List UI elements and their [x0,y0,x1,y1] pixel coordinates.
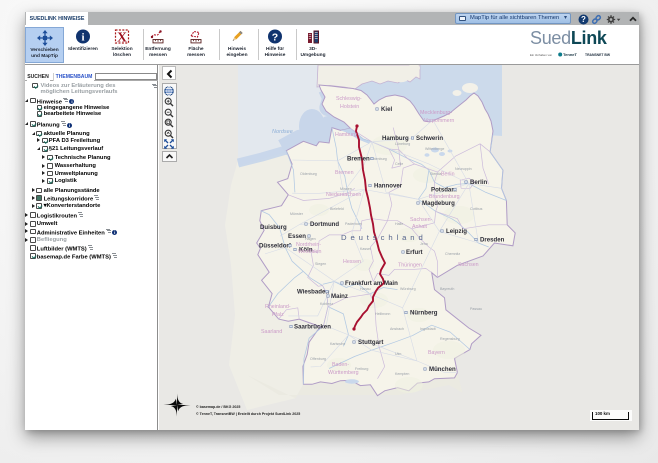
svg-text:Nordrhein-: Nordrhein- [296,242,321,248]
svg-text:Westfalen: Westfalen [298,249,322,255]
svg-text:Schwerin: Schwerin [416,135,443,142]
svg-text:München: München [429,366,456,373]
svg-text:Kassel: Kassel [360,247,371,251]
svg-text:Kiel: Kiel [381,106,392,113]
svg-text:Essen: Essen [288,233,306,240]
svg-text:Minden: Minden [340,187,352,191]
svg-text:Saarbrücken: Saarbrücken [294,324,331,331]
svg-text:Kempten: Kempten [395,372,409,376]
svg-text:Sachsen-: Sachsen- [410,217,433,223]
svg-text:Deutschland: Deutschland [341,233,427,242]
svg-text:Celle: Celle [395,162,403,166]
svg-text:Berlin: Berlin [441,172,455,178]
svg-text:Berlin: Berlin [470,179,488,186]
svg-text:Anhalt: Anhalt [412,224,428,230]
svg-text:Würzburg: Würzburg [400,287,416,291]
svg-text:Oldenburg: Oldenburg [300,172,317,176]
svg-text:Potsdam: Potsdam [431,187,457,194]
svg-text:Ingolstadt: Ingolstadt [420,327,436,331]
svg-text:Chemnitz: Chemnitz [445,252,460,256]
svg-text:Sachsen: Sachsen [458,262,479,268]
svg-text:Hanau: Hanau [360,287,371,291]
svg-text:Niedersachsen: Niedersachsen [326,192,361,198]
svg-text:Regensburg: Regensburg [440,337,460,341]
svg-text:Nordsee: Nordsee [272,129,293,135]
svg-text:Rheinland-: Rheinland- [265,304,291,310]
svg-text:Vorpommern: Vorpommern [424,118,454,124]
svg-text:Leipzig: Leipzig [446,228,467,235]
svg-text:Mecklenburg-: Mecklenburg- [420,110,452,116]
svg-text:Thüringen: Thüringen [398,263,422,269]
svg-text:Halle: Halle [395,222,403,226]
svg-text:TenneT: TenneT [563,52,577,57]
svg-text:Wiesbaden: Wiesbaden [297,289,329,296]
svg-text:Karlsruhe: Karlsruhe [330,342,345,346]
svg-text:i: i [81,32,84,44]
svg-text:Bremen: Bremen [335,170,354,176]
svg-text:X: X [117,29,127,44]
svg-text:Bremen: Bremen [347,156,370,163]
svg-text:Paderborn: Paderborn [345,222,362,226]
svg-text:Düsseldorf: Düsseldorf [259,243,292,250]
svg-text:Erfurt: Erfurt [406,249,423,256]
svg-text:Württemberg: Württemberg [328,370,359,376]
svg-text:Frankfurt am Main: Frankfurt am Main [345,280,398,287]
svg-text:Brandenburg: Brandenburg [429,194,460,200]
svg-text:Neuruppin: Neuruppin [455,167,472,171]
svg-text:Bayreuth: Bayreuth [440,287,454,291]
svg-text:Hessen: Hessen [343,259,361,265]
svg-text:Nürnberg: Nürnberg [410,310,438,317]
svg-text:Bayern: Bayern [428,350,445,356]
svg-text:Stuttgart: Stuttgart [358,339,383,346]
svg-text:Baden-: Baden- [332,362,349,368]
svg-text:Hagen: Hagen [305,237,316,241]
svg-text:Duisburg: Duisburg [260,224,287,231]
svg-text:Wittenberge: Wittenberge [425,147,444,151]
svg-text:Jena: Jena [420,242,428,246]
svg-text:Siegen: Siegen [315,262,326,266]
svg-text:Hamburg: Hamburg [335,132,357,138]
svg-text:Koblenz: Koblenz [320,302,333,306]
svg-text:Münster: Münster [290,212,304,216]
svg-text:Passau: Passau [470,307,482,311]
svg-text:Lüneburg: Lüneburg [395,142,410,146]
svg-text:Offenburg: Offenburg [310,357,326,361]
svg-text:Cottbus: Cottbus [470,207,483,211]
svg-text:Ulm: Ulm [395,352,401,356]
svg-text:Saarland: Saarland [261,329,282,335]
svg-text:?: ? [581,15,586,24]
svg-text:Hannover: Hannover [374,183,403,190]
svg-text:?: ? [272,31,278,43]
svg-text:Holstein: Holstein [340,104,359,110]
svg-text:Bielefeld: Bielefeld [330,207,344,211]
svg-text:TRANSNET BW: TRANSNET BW [585,53,611,57]
svg-text:Magdeburg: Magdeburg [422,200,455,207]
svg-text:Heilbronn: Heilbronn [375,312,390,316]
svg-text:Pfalz: Pfalz [272,312,284,318]
svg-text:Ansbach: Ansbach [390,327,404,331]
svg-text:Dresden: Dresden [480,237,505,244]
svg-text:Dortmund: Dortmund [310,221,339,228]
svg-text:Mainz: Mainz [331,293,348,300]
svg-text:Schleswig-: Schleswig- [336,96,362,102]
svg-text:Hamburg: Hamburg [382,135,409,142]
